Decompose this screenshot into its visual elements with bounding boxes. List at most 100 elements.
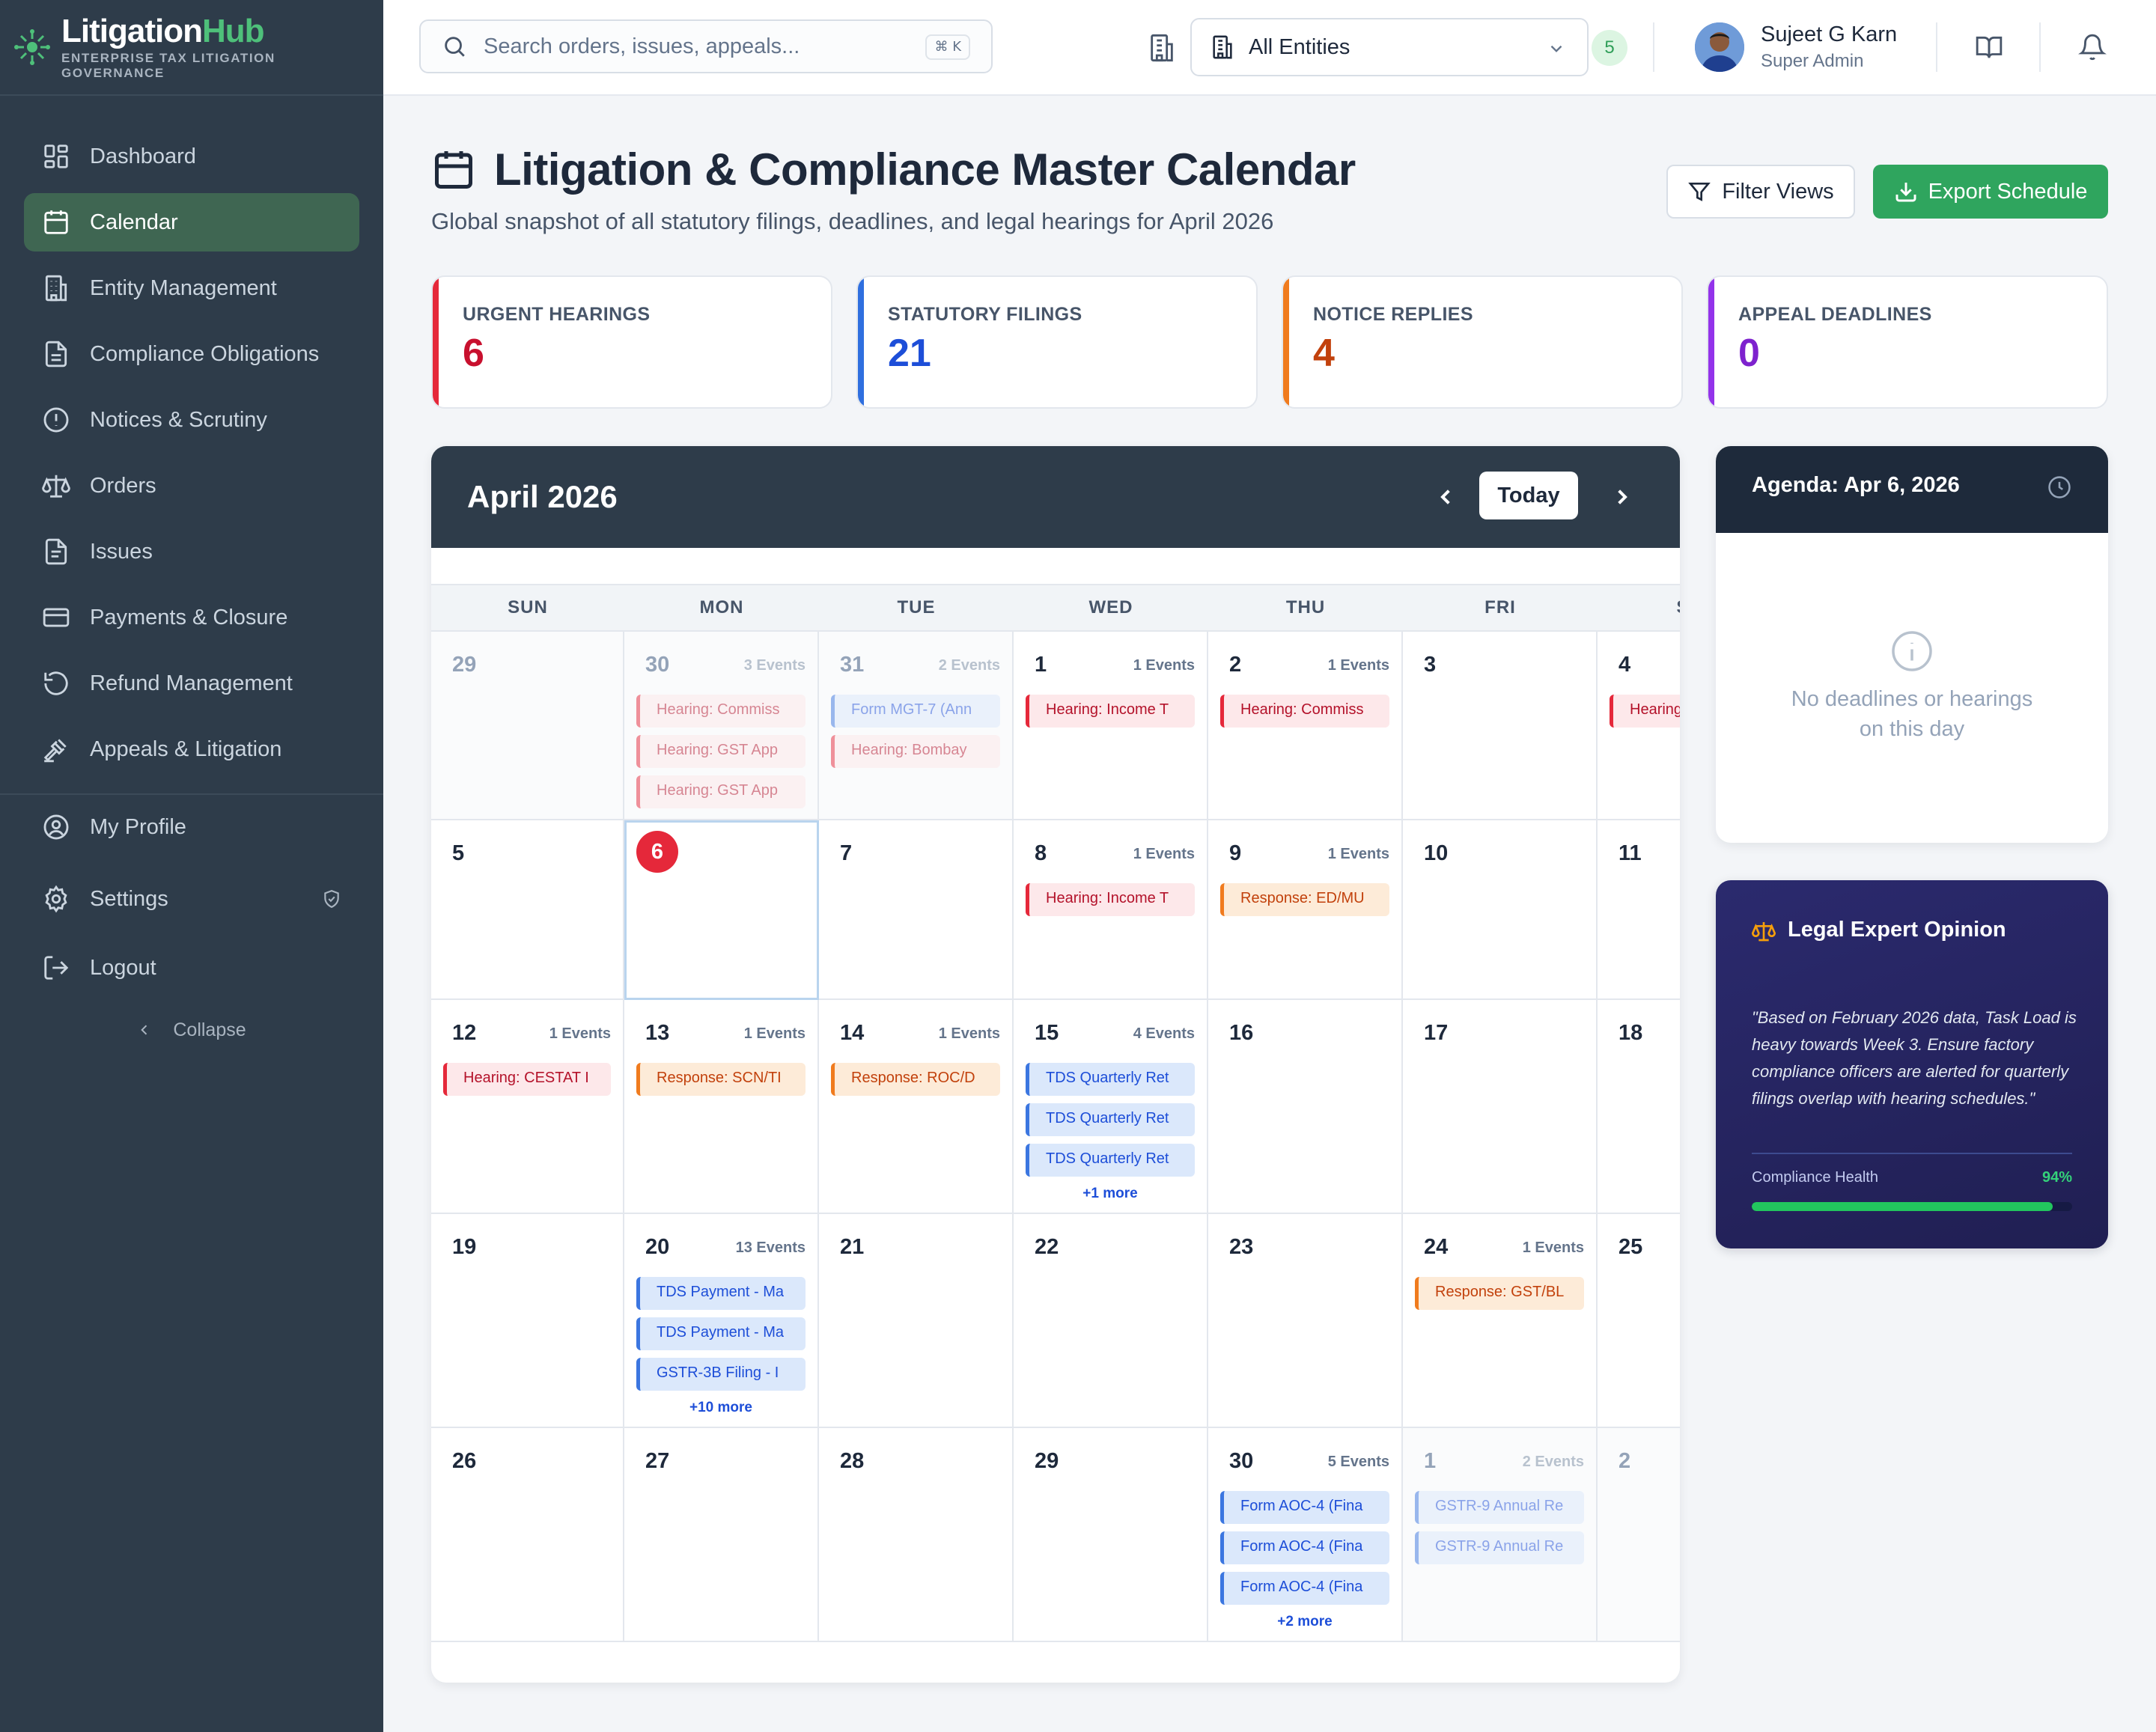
- collapse-button[interactable]: Collapse: [0, 1000, 383, 1060]
- bell-icon[interactable]: [2078, 33, 2107, 61]
- calendar-event-chip[interactable]: Response: ED/MU: [1220, 883, 1389, 916]
- calendar-event-chip[interactable]: Response: SCN/TI: [636, 1063, 806, 1096]
- chevron-right-icon[interactable]: [1607, 482, 1636, 512]
- calendar-event-chip[interactable]: TDS Quarterly Ret: [1026, 1144, 1195, 1177]
- more-events-link[interactable]: +2 more: [1208, 1614, 1401, 1630]
- stat-card-statutory-filings[interactable]: STATUTORY FILINGS 21: [856, 275, 1258, 409]
- sidebar-item-logout[interactable]: Logout: [0, 936, 383, 1000]
- calendar-day-cell[interactable]: 11: [1598, 820, 1680, 1000]
- sidebar-item-calendar[interactable]: Calendar: [24, 193, 359, 251]
- sidebar-item-entity-management[interactable]: Entity Management: [24, 259, 359, 317]
- calendar-day-cell[interactable]: 29: [1014, 1428, 1208, 1642]
- sidebar-item-my-profile[interactable]: My Profile: [0, 795, 383, 859]
- calendar-day-cell[interactable]: 2: [1598, 1428, 1680, 1642]
- book-icon[interactable]: [1975, 33, 2003, 61]
- calendar-event-chip[interactable]: GSTR-9 Annual Re: [1415, 1491, 1584, 1524]
- calendar-event-chip[interactable]: Hearing: Commiss: [1220, 695, 1389, 728]
- calendar-day-cell[interactable]: 1 2 Events GSTR-9 Annual Re GSTR-9 Annual R…: [1403, 1428, 1598, 1642]
- calendar-day-cell[interactable]: 23: [1208, 1214, 1403, 1428]
- stat-card-urgent-hearings[interactable]: URGENT HEARINGS 6: [431, 275, 832, 409]
- sidebar-item-issues[interactable]: Issues: [24, 522, 359, 581]
- calendar-event-chip[interactable]: Hearing: GST App: [636, 735, 806, 768]
- calendar-day-cell[interactable]: 20 13 Events TDS Payment - Ma TDS Payment -…: [624, 1214, 819, 1428]
- stat-card-appeal-deadlines[interactable]: APPEAL DEADLINES 0: [1707, 275, 2108, 409]
- calendar-day-cell[interactable]: 41 EventsHearing: CIT(A) M: [1598, 632, 1680, 820]
- calendar-event-chip[interactable]: TDS Quarterly Ret: [1026, 1103, 1195, 1136]
- sidebar-item-label: Issues: [90, 539, 153, 564]
- stat-card-notice-replies[interactable]: NOTICE REPLIES 4: [1282, 275, 1683, 409]
- calendar-day-cell[interactable]: 5: [431, 820, 624, 1000]
- avatar[interactable]: [1695, 22, 1744, 72]
- calendar-event-chip[interactable]: Form AOC-4 (Fina: [1220, 1531, 1389, 1564]
- credit-card-icon: [42, 603, 70, 632]
- calendar-day-cell[interactable]: 17: [1403, 1000, 1598, 1214]
- calendar-day-cell[interactable]: 3: [1403, 632, 1598, 820]
- calendar-day-cell[interactable]: 2 1 Events Hearing: Commiss: [1208, 632, 1403, 820]
- search-input[interactable]: [484, 34, 918, 59]
- calendar-day-cell[interactable]: 28: [819, 1428, 1014, 1642]
- sidebar-item-compliance-obligations[interactable]: Compliance Obligations: [24, 325, 359, 383]
- sidebar-item-appeals-litigation[interactable]: Appeals & Litigation: [24, 720, 359, 778]
- sidebar-item-dashboard[interactable]: Dashboard: [24, 127, 359, 186]
- calendar-event-chip[interactable]: TDS Payment - Ma: [636, 1277, 806, 1310]
- calendar-event-chip[interactable]: Hearing: Income T: [1026, 695, 1195, 728]
- calendar-event-chip[interactable]: Hearing: CIT(A) M: [1610, 695, 1680, 728]
- calendar-event-chip[interactable]: GSTR-9 Annual Re: [1415, 1531, 1584, 1564]
- calendar-day-cell[interactable]: 10: [1403, 820, 1598, 1000]
- calendar-day-cell[interactable]: 29: [431, 632, 624, 820]
- calendar-day-cell[interactable]: 26: [431, 1428, 624, 1642]
- calendar-day-cell[interactable]: 30 3 Events Hearing: Commiss Hearing: GST A…: [624, 632, 819, 820]
- calendar-event-chip[interactable]: TDS Quarterly Ret: [1026, 1063, 1195, 1096]
- filter-views-button[interactable]: Filter Views: [1666, 165, 1855, 219]
- today-button[interactable]: Today: [1479, 472, 1578, 519]
- calendar-day-cell[interactable]: 14 1 Events Response: ROC/D: [819, 1000, 1014, 1214]
- calendar-day-cell[interactable]: 19: [431, 1214, 624, 1428]
- calendar-day-cell[interactable]: 18: [1598, 1000, 1680, 1214]
- calendar-event-chip[interactable]: Response: ROC/D: [831, 1063, 1000, 1096]
- calendar-day-cell[interactable]: 13 1 Events Response: SCN/TI: [624, 1000, 819, 1214]
- calendar-event-chip[interactable]: Hearing: Income T: [1026, 883, 1195, 916]
- sidebar-item-payments-closure[interactable]: Payments & Closure: [24, 588, 359, 647]
- brand[interactable]: LitigationHub ENTERPRISE TAX LITIGATION …: [0, 0, 383, 96]
- entity-select[interactable]: All Entities: [1190, 18, 1589, 76]
- calendar-day-cell[interactable]: 30 5 Events Form AOC-4 (Fina Form AOC-4 (Fi…: [1208, 1428, 1403, 1642]
- building-icon[interactable]: [1147, 33, 1177, 63]
- more-events-link[interactable]: +10 more: [624, 1400, 817, 1416]
- chevron-left-icon[interactable]: [1431, 482, 1461, 512]
- calendar-event-chip[interactable]: Hearing: GST App: [636, 775, 806, 808]
- day-number: 13: [645, 1021, 670, 1045]
- calendar-event-chip[interactable]: Form AOC-4 (Fina: [1220, 1491, 1389, 1524]
- logo-icon: [13, 28, 51, 66]
- calendar-day-cell[interactable]: 8 1 Events Hearing: Income T: [1014, 820, 1208, 1000]
- calendar-event-chip[interactable]: Response: GST/BL: [1415, 1277, 1584, 1310]
- calendar-day-cell[interactable]: 6: [624, 820, 819, 1000]
- calendar-event-chip[interactable]: Form AOC-4 (Fina: [1220, 1572, 1389, 1605]
- calendar-day-cell[interactable]: 31 2 Events Form MGT-7 (Ann Hearing: Bombay: [819, 632, 1014, 820]
- export-schedule-button[interactable]: Export Schedule: [1873, 165, 2108, 219]
- sidebar-item-notices-scrutiny[interactable]: Notices & Scrutiny: [24, 391, 359, 449]
- calendar-event-chip[interactable]: GSTR-3B Filing - I: [636, 1358, 806, 1391]
- search-box[interactable]: ⌘ K: [419, 19, 993, 73]
- more-events-link[interactable]: +1 more: [1014, 1186, 1207, 1202]
- calendar-day-cell[interactable]: 24 1 Events Response: GST/BL: [1403, 1214, 1598, 1428]
- expert-title: Legal Expert Opinion: [1788, 918, 2006, 942]
- calendar-day-cell[interactable]: 21: [819, 1214, 1014, 1428]
- calendar-event-chip[interactable]: Form MGT-7 (Ann: [831, 695, 1000, 728]
- calendar-day-cell[interactable]: 12 1 Events Hearing: CESTAT I: [431, 1000, 624, 1214]
- calendar-day-cell[interactable]: 16: [1208, 1000, 1403, 1214]
- sidebar-item-orders[interactable]: Orders: [24, 457, 359, 515]
- calendar-event-chip[interactable]: Hearing: Bombay: [831, 735, 1000, 768]
- calendar-day-cell[interactable]: 7: [819, 820, 1014, 1000]
- day-number: 5: [452, 841, 465, 865]
- sidebar-item-settings[interactable]: Settings: [0, 867, 383, 931]
- sidebar-item-refund-management[interactable]: Refund Management: [24, 654, 359, 713]
- calendar-day-cell[interactable]: 15 4 Events TDS Quarterly Ret TDS Quarterly…: [1014, 1000, 1208, 1214]
- calendar-day-cell[interactable]: 1 1 Events Hearing: Income T: [1014, 632, 1208, 820]
- calendar-day-cell[interactable]: 27: [624, 1428, 819, 1642]
- calendar-event-chip[interactable]: Hearing: Commiss: [636, 695, 806, 728]
- calendar-event-chip[interactable]: TDS Payment - Ma: [636, 1317, 806, 1350]
- calendar-day-cell[interactable]: 9 1 Events Response: ED/MU: [1208, 820, 1403, 1000]
- calendar-event-chip[interactable]: Hearing: CESTAT I: [443, 1063, 611, 1096]
- calendar-day-cell[interactable]: 22: [1014, 1214, 1208, 1428]
- calendar-day-cell[interactable]: 25: [1598, 1214, 1680, 1428]
